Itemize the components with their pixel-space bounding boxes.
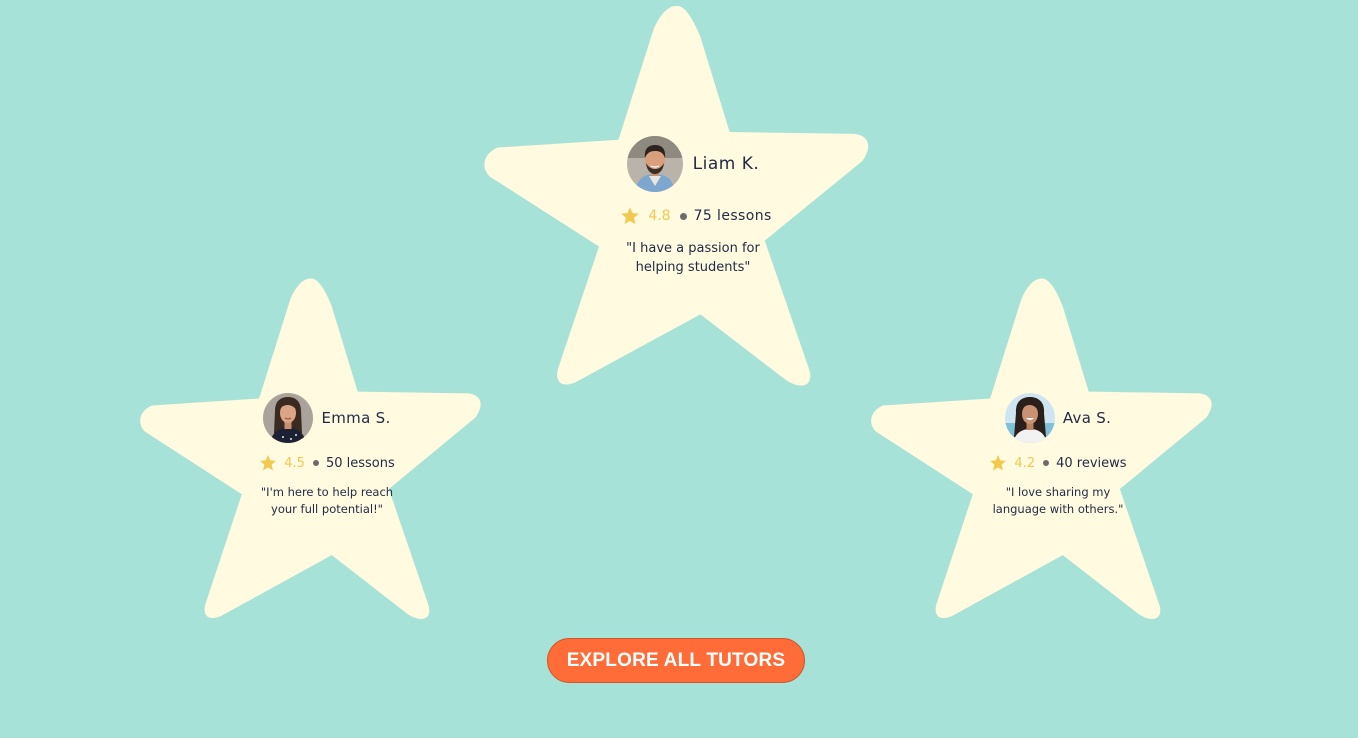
rating-value: 4.5 (284, 455, 305, 471)
explore-all-tutors-button[interactable]: EXPLORE ALL TUTORS (547, 638, 805, 683)
tutor-quote: "I'm here to help reach your full potent… (260, 485, 394, 516)
woman-portrait-icon (263, 393, 314, 443)
rating-value: 4.8 (648, 208, 671, 224)
separator-dot (1043, 460, 1050, 466)
rating-star-icon (620, 206, 640, 226)
rating-star-icon (259, 454, 277, 472)
lesson-count: 50 lessons (325, 455, 395, 471)
tutor-card-emma[interactable]: Emma S. 4.5 50 lessons "I'm here to help… (138, 275, 484, 623)
tutor-quote: "I love sharing my language with others.… (992, 485, 1124, 516)
lesson-count: 75 lessons (693, 208, 772, 224)
tutor-avatar (263, 393, 314, 443)
tutor-stats-row: 4.2 40 reviews (989, 454, 1127, 472)
tutor-card-liam[interactable]: Liam K. 4.8 75 lessons "I have a passion… (482, 2, 872, 390)
tutor-name: Ava S. (1062, 409, 1112, 427)
tutor-card-ava[interactable]: Ava S. 4.2 40 reviews "I love sharing my… (869, 275, 1215, 623)
review-count: 40 reviews (1056, 455, 1127, 471)
woman-portrait-icon (1004, 393, 1055, 443)
tutors-section: Liam K. 4.8 75 lessons "I have a passion… (0, 0, 1358, 738)
tutor-quote: "I have a passion for helping students" (626, 241, 760, 275)
rating-value: 4.2 (1014, 455, 1036, 471)
tutor-profile-row: Liam K. (626, 136, 760, 192)
tutor-avatar (626, 136, 683, 192)
separator-dot (312, 460, 319, 466)
tutor-name: Liam K. (692, 154, 760, 174)
rating-star-icon (989, 454, 1007, 472)
tutor-stats-row: 4.8 75 lessons (620, 206, 771, 226)
separator-dot (679, 212, 687, 220)
tutor-profile-row: Emma S. (263, 393, 390, 443)
tutor-card-content: Emma S. 4.5 50 lessons "I'm here to help… (242, 393, 412, 517)
man-portrait-icon (626, 136, 683, 192)
tutor-profile-row: Ava S. (1004, 393, 1112, 443)
tutor-card-content: Ava S. 4.2 40 reviews "I love sharing my… (973, 393, 1143, 517)
tutor-card-content: Liam K. 4.8 75 lessons "I have a passion… (602, 136, 784, 278)
tutor-stats-row: 4.5 50 lessons (259, 454, 395, 472)
tutor-avatar (1004, 393, 1055, 443)
tutor-name: Emma S. (321, 409, 391, 427)
